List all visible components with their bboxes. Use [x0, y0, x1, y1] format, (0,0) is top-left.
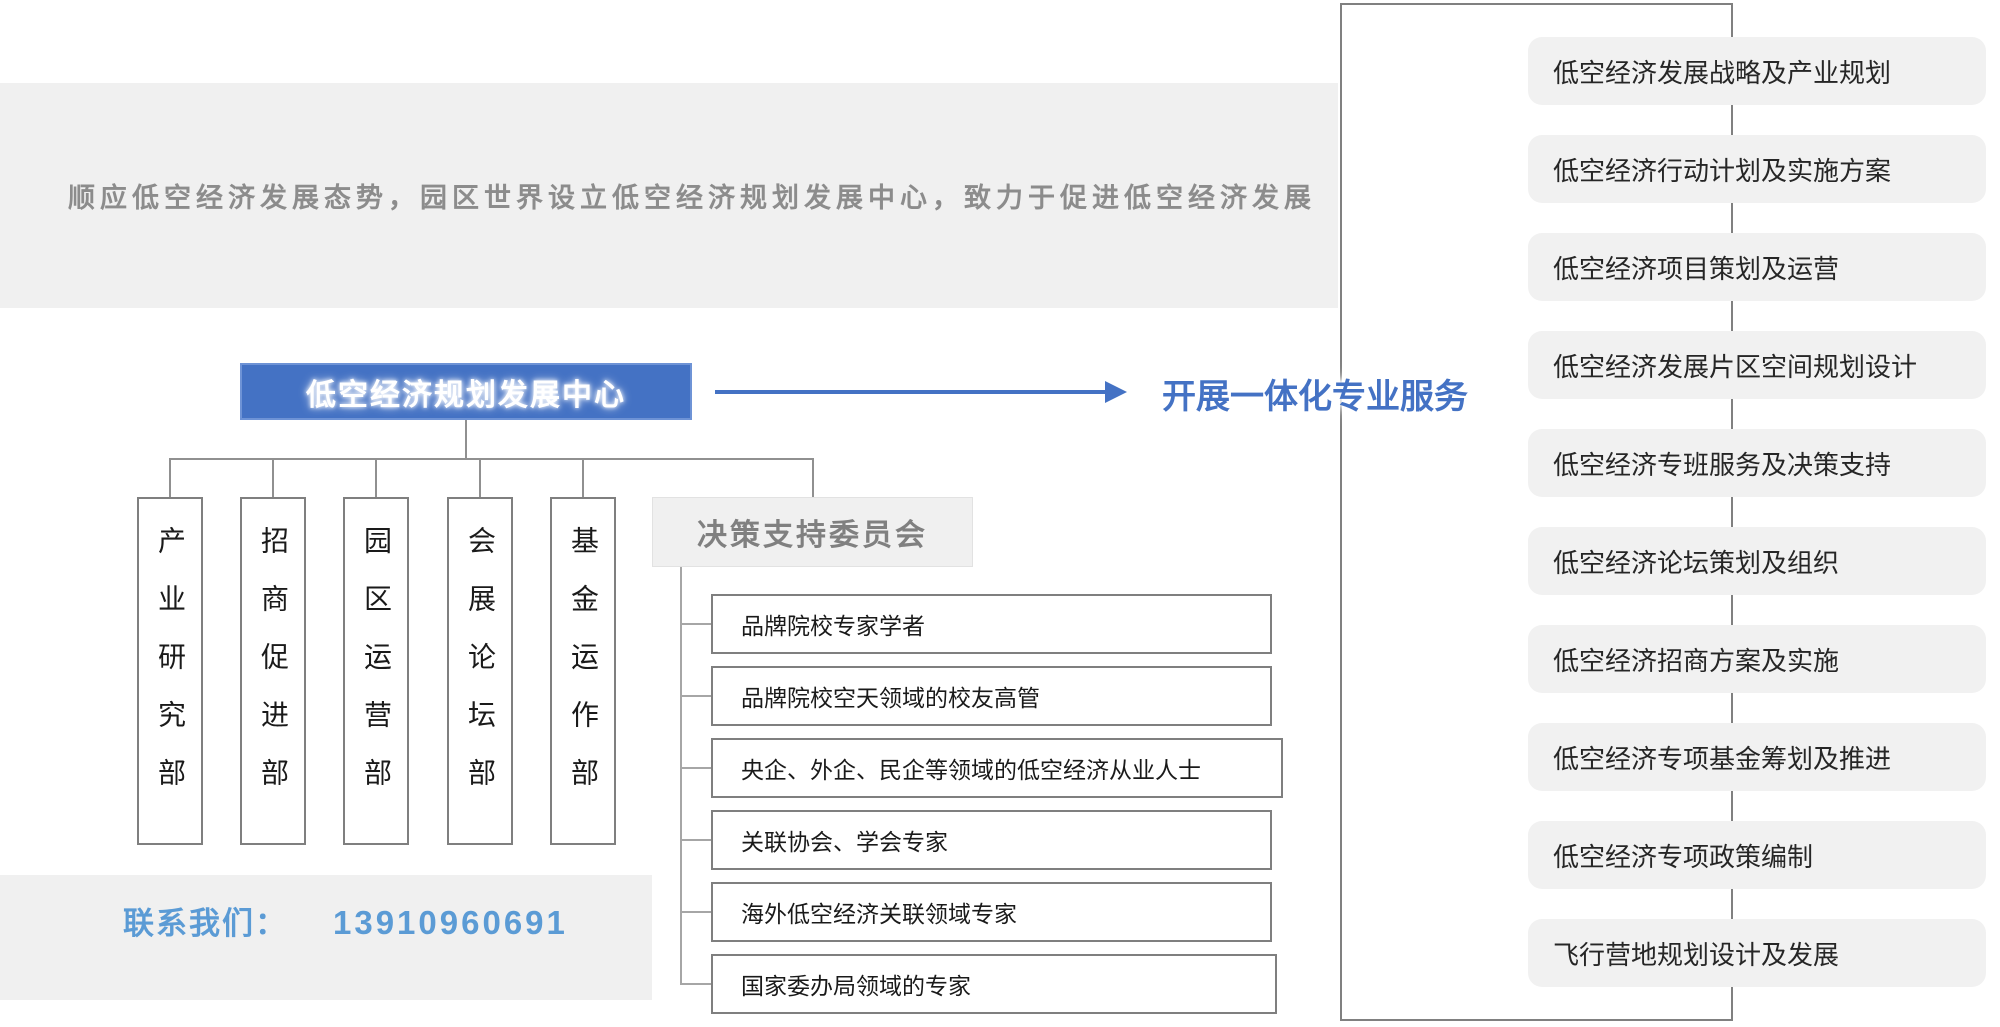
service-label: 低空经济发展片区空间规划设计: [1528, 347, 1917, 384]
service-label: 低空经济项目策划及运营: [1528, 249, 1839, 286]
contact-banner: 联系我们： 13910960691: [0, 875, 652, 1000]
committee-member-box: 海外低空经济关联领域专家: [711, 882, 1272, 942]
frame-top-stub: [1731, 3, 1733, 37]
services-heading: 开展一体化专业服务: [1150, 369, 1480, 418]
connector-dept-4: [479, 458, 481, 498]
service-box: 低空经济论坛策划及组织: [1528, 527, 1986, 595]
connector-committee-drop: [812, 458, 814, 498]
arrow-head-icon: [1105, 381, 1127, 403]
dept-label: 招商促进部: [259, 526, 287, 816]
committee-member-label: 海外低空经济关联领域专家: [713, 895, 1017, 929]
committee-member-label: 关联协会、学会专家: [713, 823, 948, 857]
service-box: 飞行营地规划设计及发展: [1528, 919, 1986, 987]
connector-dept-1: [169, 458, 171, 498]
service-label: 低空经济论坛策划及组织: [1528, 543, 1839, 580]
arrow-shaft: [715, 390, 1107, 394]
service-connector-2: [1731, 203, 1733, 233]
service-box: 低空经济招商方案及实施: [1528, 625, 1986, 693]
committee-stub-2: [680, 695, 711, 697]
service-connector-4: [1731, 399, 1733, 429]
committee-spine: [680, 567, 682, 984]
committee-stub-5: [680, 911, 711, 913]
connector-dept-2: [272, 458, 274, 498]
contact-label: 联系我们：: [123, 898, 288, 943]
committee-title: 决策支持委员会: [697, 510, 928, 554]
contact-row: 联系我们： 13910960691: [123, 898, 568, 943]
committee-member-label: 品牌院校专家学者: [713, 607, 925, 641]
frame-bottom-stub: [1731, 987, 1733, 1021]
service-label: 低空经济行动计划及实施方案: [1528, 151, 1891, 188]
service-box: 低空经济专班服务及决策支持: [1528, 429, 1986, 497]
service-label: 低空经济发展战略及产业规划: [1528, 53, 1891, 90]
service-box: 低空经济专项政策编制: [1528, 821, 1986, 889]
committee-stub-6: [680, 983, 711, 985]
slide-canvas: 顺应低空经济发展态势，园区世界设立低空经济规划发展中心，致力于促进低空经济发展 …: [0, 0, 2000, 1027]
service-connector-5: [1731, 497, 1733, 527]
committee-member-box: 品牌院校专家学者: [711, 594, 1272, 654]
service-box: 低空经济发展片区空间规划设计: [1528, 331, 1986, 399]
service-label: 低空经济专班服务及决策支持: [1528, 445, 1891, 482]
service-label: 低空经济专项基金筹划及推进: [1528, 739, 1891, 776]
dept-box-expo-forum: 会展论坛部: [447, 497, 513, 845]
service-box: 低空经济行动计划及实施方案: [1528, 135, 1986, 203]
service-label: 飞行营地规划设计及发展: [1528, 935, 1839, 972]
service-box: 低空经济专项基金筹划及推进: [1528, 723, 1986, 791]
contact-phone-number: 13910960691: [333, 904, 568, 942]
service-box: 低空经济发展战略及产业规划: [1528, 37, 1986, 105]
frame-left-line: [1340, 3, 1342, 1021]
dept-label: 会展论坛部: [466, 526, 494, 816]
dept-box-industry-research: 产业研究部: [137, 497, 203, 845]
intro-banner: 顺应低空经济发展态势，园区世界设立低空经济规划发展中心，致力于促进低空经济发展: [0, 83, 1338, 308]
committee-member-box: 国家委办局领域的专家: [711, 954, 1277, 1014]
committee-member-box: 央企、外企、民企等领域的低空经济从业人士: [711, 738, 1283, 798]
committee-stub-4: [680, 839, 711, 841]
committee-member-label: 品牌院校空天领域的校友高管: [713, 679, 1040, 713]
committee-stub-1: [680, 623, 711, 625]
center-title-box: 低空经济规划发展中心: [240, 363, 692, 420]
service-connector-6: [1731, 595, 1733, 625]
service-connector-1: [1731, 105, 1733, 135]
frame-top-line: [1340, 3, 1733, 5]
dept-box-fund-operations: 基金运作部: [550, 497, 616, 845]
connector-dept-5: [582, 458, 584, 498]
committee-member-box: 关联协会、学会专家: [711, 810, 1272, 870]
connector-horizontal-bus: [170, 458, 814, 460]
service-connector-3: [1731, 301, 1733, 331]
service-label: 低空经济招商方案及实施: [1528, 641, 1839, 678]
dept-label: 产业研究部: [156, 526, 184, 816]
connector-title-drop: [465, 420, 467, 459]
service-connector-9: [1731, 889, 1733, 919]
dept-box-park-operations: 园区运营部: [343, 497, 409, 845]
committee-header: 决策支持委员会: [652, 497, 973, 567]
committee-member-label: 国家委办局领域的专家: [713, 967, 971, 1001]
connector-dept-3: [375, 458, 377, 498]
service-box: 低空经济项目策划及运营: [1528, 233, 1986, 301]
dept-label: 基金运作部: [569, 526, 597, 816]
center-title-label: 低空经济规划发展中心: [306, 370, 626, 414]
dept-label: 园区运营部: [362, 526, 390, 816]
committee-stub-3: [680, 767, 711, 769]
frame-bottom-line: [1340, 1019, 1733, 1021]
committee-member-label: 央企、外企、民企等领域的低空经济从业人士: [713, 751, 1201, 785]
service-connector-8: [1731, 791, 1733, 821]
dept-box-investment-promotion: 招商促进部: [240, 497, 306, 845]
committee-member-box: 品牌院校空天领域的校友高管: [711, 666, 1272, 726]
service-label: 低空经济专项政策编制: [1528, 837, 1813, 874]
service-connector-7: [1731, 693, 1733, 723]
intro-text: 顺应低空经济发展态势，园区世界设立低空经济规划发展中心，致力于促进低空经济发展: [0, 176, 1316, 215]
